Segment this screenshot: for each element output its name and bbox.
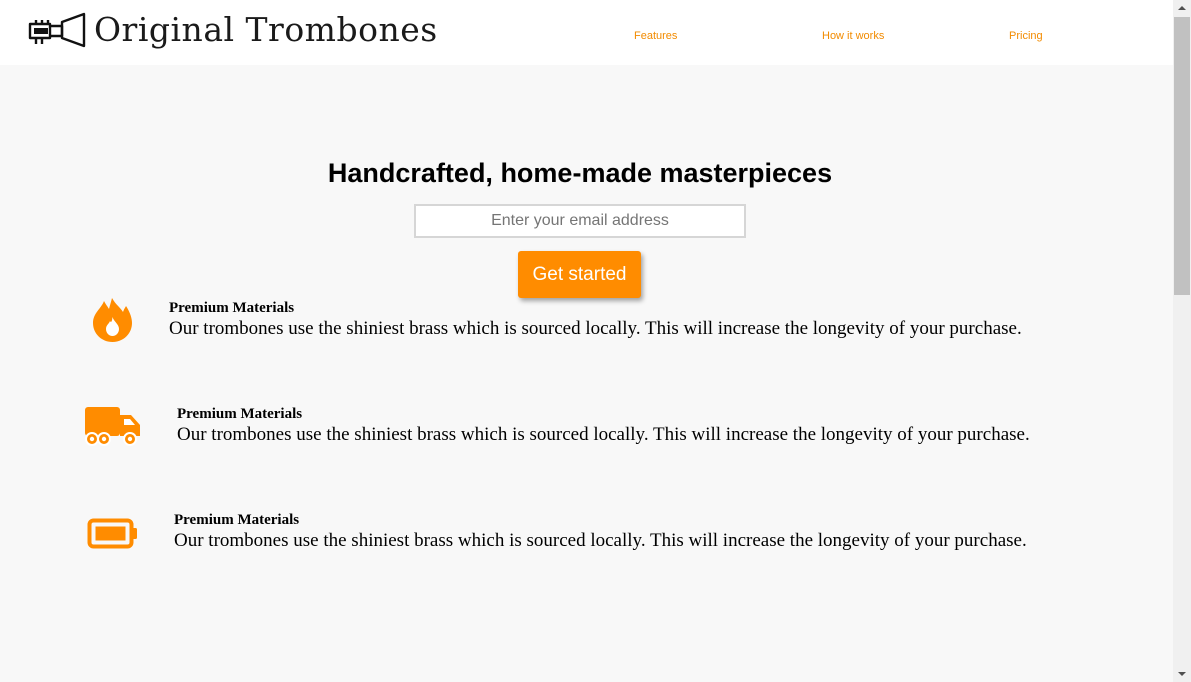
scroll-down-arrow-icon[interactable]: [1173, 665, 1191, 682]
feature-title: Premium Materials: [169, 300, 295, 316]
feature-description: Our trombones use the shiniest brass whi…: [174, 530, 1027, 551]
feature-title: Premium Materials: [177, 406, 303, 422]
site-header: Original Trombones Features How it works…: [0, 0, 1173, 65]
scroll-up-arrow-icon[interactable]: [1173, 0, 1191, 17]
email-input[interactable]: [414, 204, 746, 238]
nav-link-how-it-works[interactable]: How it works: [822, 30, 884, 42]
feature-description: Our trombones use the shiniest brass whi…: [169, 318, 1022, 339]
fire-icon: [93, 298, 132, 342]
vertical-scrollbar[interactable]: [1173, 0, 1191, 682]
feature-description: Our trombones use the shiniest brass whi…: [177, 424, 1030, 445]
hero-title: Handcrafted, home-made masterpieces: [327, 158, 833, 188]
battery-icon: [87, 518, 137, 549]
nav-link-features[interactable]: Features: [634, 30, 677, 42]
scrollbar-thumb[interactable]: [1174, 17, 1190, 295]
truck-icon: [85, 407, 140, 446]
nav-link-pricing[interactable]: Pricing: [1009, 30, 1043, 42]
feature-title: Premium Materials: [174, 512, 300, 528]
main-nav: Features How it works Pricing: [0, 30, 1173, 46]
get-started-button[interactable]: Get started: [518, 251, 641, 298]
